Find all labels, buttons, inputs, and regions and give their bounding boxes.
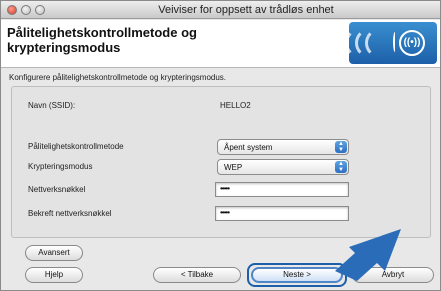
network-key-value: ••••• [220,184,230,193]
confirm-key-field[interactable]: ••••• [215,206,349,221]
auth-method-select[interactable]: Åpent system ▲ ▼ [217,139,349,155]
help-button[interactable]: Hjelp [25,267,83,283]
ssid-label: Navn (SSID): [28,101,76,110]
settings-panel: Navn (SSID): HELLO2 Pålitelighetskontrol… [11,86,431,238]
minimize-window-button[interactable] [21,5,31,15]
back-button[interactable]: < Tilbake [153,267,241,283]
auth-method-label: Pålitelighetskontrollmetode [28,142,124,151]
zoom-window-button[interactable] [35,5,45,15]
window-title: Veiviser for oppsett av trådløs enhet [158,4,334,16]
select-arrows-icon: ▲ ▼ [335,141,347,153]
encryption-mode-select[interactable]: WEP ▲ ▼ [217,159,349,175]
ssid-value: HELLO2 [220,101,251,110]
close-window-button[interactable] [7,5,17,15]
pointer-arrow-icon [335,229,401,281]
network-key-field[interactable]: ••••• [215,182,349,197]
wireless-signal-icon: ((•)) [349,22,437,64]
confirm-key-value: ••••• [220,208,230,217]
title-bar: Veiviser for oppsett av trådløs enhet [1,1,440,19]
auth-method-value: Åpent system [224,143,273,152]
advanced-button[interactable]: Avansert [25,245,83,261]
wizard-header: Pålitelighetskontrollmetode og krypterin… [1,20,440,68]
network-key-label: Nettverksnøkkel [28,185,86,194]
page-title: Pålitelighetskontrollmetode og krypterin… [7,25,197,55]
select-arrows-icon: ▲ ▼ [335,161,347,173]
page-description: Konfigurere pålitelighetskontrollmetode … [9,73,227,82]
next-button[interactable]: Neste > [251,267,343,283]
wizard-window: Veiviser for oppsett av trådløs enhet På… [0,0,441,291]
encryption-mode-value: WEP [224,163,243,172]
confirm-key-label: Bekreft nettverksnøkkel [28,209,112,218]
encryption-mode-label: Krypteringsmodus [28,162,93,171]
